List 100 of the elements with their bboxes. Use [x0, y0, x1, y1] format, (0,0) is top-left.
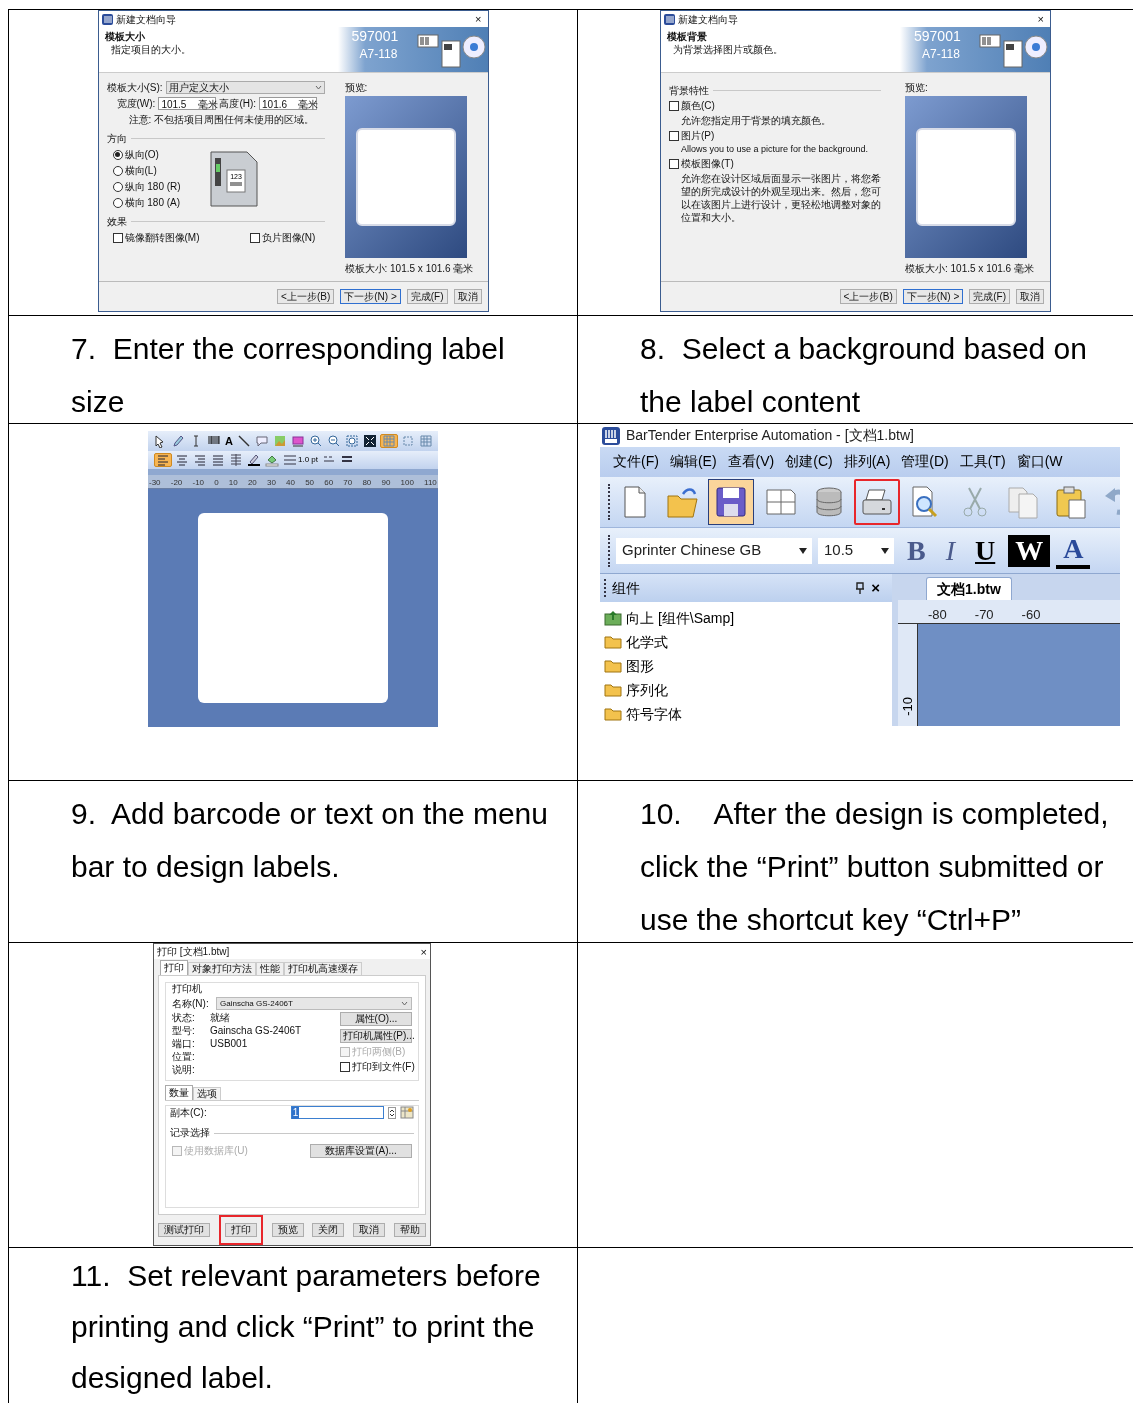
- toolbar-button[interactable]: [708, 478, 754, 525]
- radio-button[interactable]: [112, 165, 123, 176]
- field-label: 位置:: [172, 1051, 196, 1063]
- checkbox-label[interactable]: 颜色(C): [681, 99, 715, 112]
- radio-button[interactable]: [112, 197, 123, 208]
- checkbox-label[interactable]: 模板图像(T): [681, 157, 734, 170]
- template-size-text: 模板大小: 101.5 x 101.6 毫米: [905, 262, 1035, 275]
- dropdown[interactable]: 用户定义大小: [165, 81, 325, 94]
- radio-button[interactable]: [112, 181, 123, 192]
- tree-item[interactable]: 图形: [604, 654, 892, 678]
- tab[interactable]: 对象打印方法: [188, 962, 256, 975]
- text-field[interactable]: 101.5 毫米: [158, 97, 217, 110]
- tree-item[interactable]: 向上 [组件\Samp]: [604, 606, 892, 630]
- wizard-button[interactable]: <上一步(B): [839, 289, 897, 304]
- close-button[interactable]: ×: [420, 945, 427, 958]
- button[interactable]: 帮助: [394, 1223, 426, 1237]
- tab[interactable]: 打印机高速缓存: [284, 962, 362, 975]
- menu-item[interactable]: 文件(F): [613, 451, 659, 473]
- wizard-subheading: 指定项目的大小。: [109, 43, 192, 56]
- dropdown[interactable]: Gprinter Chinese GB: [616, 537, 812, 564]
- menu-item[interactable]: 窗口(W: [1016, 451, 1063, 473]
- checkbox[interactable]: [669, 158, 679, 169]
- zoom-fit-icon: [344, 434, 359, 448]
- document-tab[interactable]: 文档1.btw: [926, 577, 1012, 600]
- button[interactable]: 数据库设置(A)...: [310, 1144, 412, 1158]
- spinner-icon[interactable]: [388, 1106, 396, 1119]
- checkbox-label[interactable]: 负片图像(N): [261, 231, 316, 244]
- wizard-button[interactable]: 取消: [453, 289, 482, 304]
- checkbox[interactable]: [669, 100, 679, 111]
- tool-button[interactable]: 1.0 pt: [282, 453, 319, 467]
- tree-item[interactable]: 化学式: [604, 630, 892, 654]
- dropdown[interactable]: 10.5: [818, 537, 894, 564]
- tool-button[interactable]: A: [224, 434, 234, 448]
- checkbox-label[interactable]: 镜像翻转图像(M): [124, 231, 200, 244]
- format-button[interactable]: W: [1008, 534, 1051, 567]
- checkbox[interactable]: [340, 1062, 350, 1072]
- wizard-button[interactable]: 完成(F): [969, 289, 1010, 304]
- menu-item[interactable]: 编辑(E): [669, 451, 717, 473]
- text-field[interactable]: 101.6 毫米: [259, 97, 318, 110]
- close-button[interactable]: ×: [472, 12, 485, 26]
- tool-button[interactable]: [246, 453, 262, 467]
- button[interactable]: 预览: [271, 1223, 304, 1237]
- wizard-button[interactable]: <上一步(B): [277, 289, 335, 304]
- caret-icon: [314, 85, 322, 90]
- dropdown[interactable]: Gainscha GS-2406T: [216, 997, 412, 1010]
- menu-item[interactable]: 排列(A): [843, 451, 891, 473]
- step-text: 10. After the design is completed, click the “Print” button submitted or use the shortcut key “Ctrl+P”: [640, 796, 1110, 938]
- close-button[interactable]: ×: [871, 576, 888, 600]
- step-text: 7. Enter the corresponding label size: [71, 331, 506, 420]
- button[interactable]: 打印机属性(P)...: [340, 1029, 412, 1043]
- tool-button[interactable]: [307, 434, 324, 448]
- button[interactable]: 打印: [224, 1223, 257, 1237]
- wizard-button[interactable]: 下一步(N) >: [340, 289, 401, 304]
- tab[interactable]: 选项: [193, 1087, 221, 1100]
- ruler-label: 0: [214, 478, 219, 488]
- close-button[interactable]: ×: [1034, 12, 1047, 26]
- checkbox[interactable]: [112, 232, 123, 243]
- menu-item[interactable]: 查看(V): [727, 451, 775, 473]
- wizard-button[interactable]: 完成(F): [406, 289, 448, 304]
- tree-item[interactable]: 符号字体: [604, 702, 892, 726]
- tab[interactable]: 打印: [160, 960, 188, 975]
- tool-button[interactable]: [325, 434, 342, 448]
- format-button[interactable]: B: [900, 534, 933, 567]
- radio-label[interactable]: 横向 180 (A): [124, 196, 181, 209]
- zoom-in-icon: [308, 434, 323, 448]
- tab[interactable]: 数量: [165, 1085, 193, 1100]
- checkbox[interactable]: [249, 232, 260, 243]
- format-button[interactable]: I: [938, 534, 962, 567]
- window-title: 新建文档向导: [115, 12, 177, 26]
- format-button[interactable]: U: [968, 534, 1003, 567]
- radio-label[interactable]: 纵向 180 (R): [124, 180, 181, 193]
- tool-button[interactable]: [361, 434, 378, 448]
- tab[interactable]: 性能: [256, 962, 284, 975]
- toolbar-button[interactable]: [854, 478, 900, 525]
- checkbox-label[interactable]: 打印到文件(F): [352, 1061, 415, 1073]
- ruler-label: 50: [305, 478, 315, 488]
- field-value: USB001: [210, 1038, 248, 1050]
- menu-item[interactable]: 工具(T): [959, 451, 1006, 473]
- checkbox[interactable]: [669, 130, 679, 141]
- tree-item[interactable]: 序列化: [604, 678, 892, 702]
- button[interactable]: 取消: [353, 1223, 386, 1237]
- menu-item[interactable]: 管理(D): [901, 451, 949, 473]
- pin-icon[interactable]: [855, 582, 866, 594]
- checkbox-label[interactable]: 图片(P): [681, 129, 715, 142]
- wizard-button[interactable]: 下一步(N) >: [902, 289, 964, 304]
- ruler-label: 60: [324, 478, 334, 488]
- radio-button[interactable]: [112, 149, 123, 160]
- tool-button[interactable]: [343, 434, 360, 448]
- button[interactable]: 属性(O)...: [340, 1012, 412, 1026]
- format-button[interactable]: A: [1056, 532, 1091, 569]
- button[interactable]: 关闭: [312, 1223, 345, 1237]
- callout-icon: [254, 434, 269, 448]
- field-label: 状态:: [172, 1012, 196, 1024]
- radio-label[interactable]: 横向(L): [124, 164, 157, 177]
- button[interactable]: 测试打印: [158, 1223, 210, 1237]
- field-label: 宽度(W):: [116, 97, 156, 110]
- menu-item[interactable]: 创建(C): [785, 451, 833, 473]
- radio-label[interactable]: 纵向(O): [124, 148, 159, 161]
- wizard-button[interactable]: 取消: [1016, 289, 1044, 304]
- number-field[interactable]: 1: [290, 1106, 384, 1119]
